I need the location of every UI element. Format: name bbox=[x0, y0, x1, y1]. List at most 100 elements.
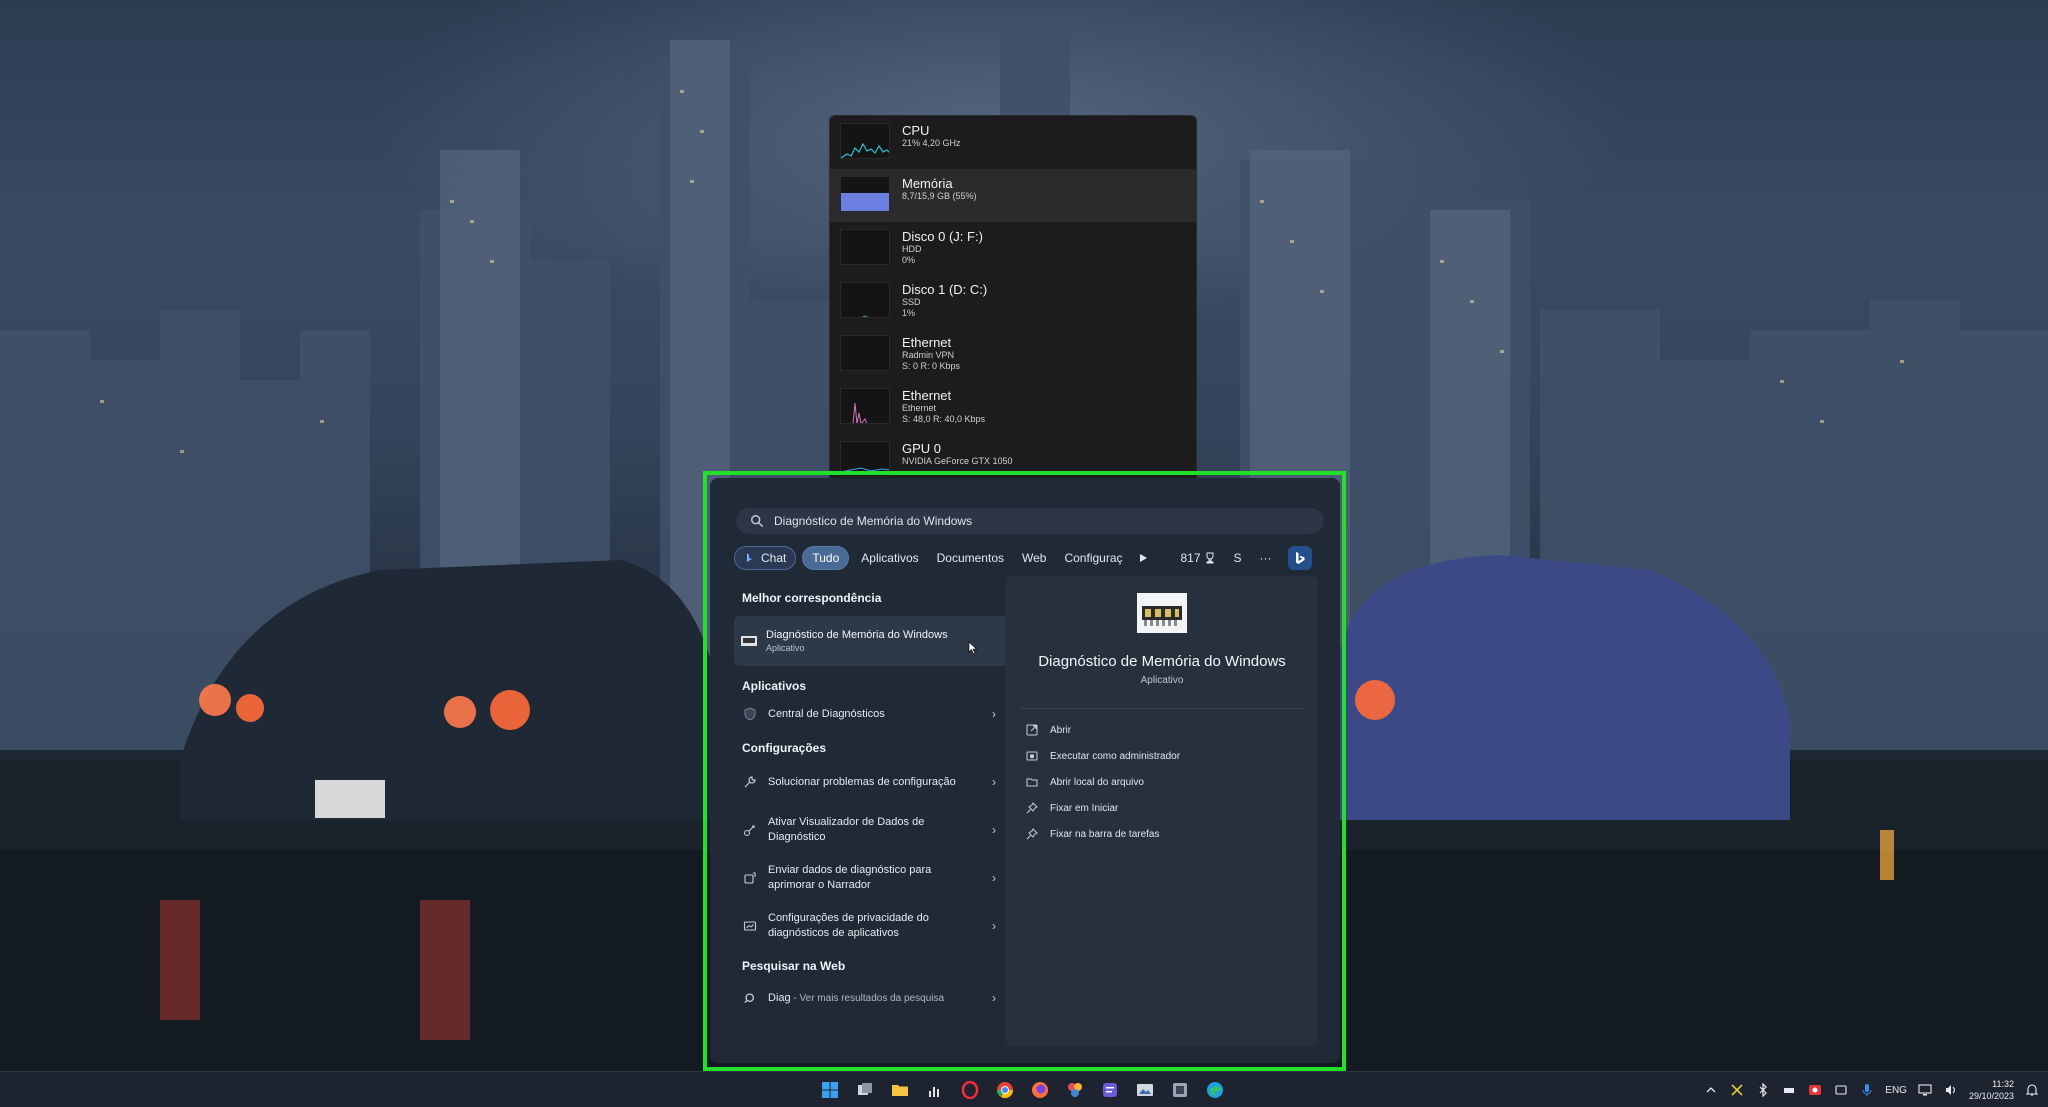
pin-to-start-action[interactable]: Fixar em Iniciar bbox=[1006, 795, 1318, 821]
bing-icon bbox=[1295, 552, 1305, 564]
microphone-icon[interactable] bbox=[1859, 1082, 1875, 1098]
tm-detail: Radmin VPN bbox=[902, 350, 955, 360]
web-search-query: Diag bbox=[768, 991, 791, 1004]
setting-result-app-privacy[interactable]: Configurações de privacidade do diagnóst… bbox=[734, 902, 1008, 950]
search-box[interactable] bbox=[736, 508, 1324, 534]
firefox-icon[interactable] bbox=[1028, 1078, 1052, 1102]
search-filter-bar: Chat Tudo Aplicativos Documentos Web Con… bbox=[734, 546, 1312, 570]
network-icon[interactable] bbox=[1917, 1082, 1933, 1098]
network-adapter-icon[interactable] bbox=[1833, 1082, 1849, 1098]
settings-heading: Configurações bbox=[742, 741, 827, 755]
shield-admin-icon bbox=[1026, 750, 1038, 762]
search-icon bbox=[742, 990, 758, 1006]
taskbar: ENG 11:32 29/10/2023 bbox=[0, 1071, 2048, 1107]
mouse-cursor-icon bbox=[968, 641, 977, 655]
chat-filter-button[interactable]: Chat bbox=[734, 546, 797, 570]
system-tray: ENG 11:32 29/10/2023 bbox=[1703, 1072, 2040, 1107]
tm-name: CPU bbox=[902, 123, 930, 138]
bing-chat-icon bbox=[747, 553, 752, 562]
search-input[interactable] bbox=[774, 514, 1294, 528]
chrome-icon[interactable] bbox=[993, 1078, 1017, 1102]
memory-chip-icon bbox=[1137, 593, 1187, 633]
photos-icon[interactable] bbox=[1063, 1078, 1087, 1102]
all-filter-button[interactable]: Tudo bbox=[802, 546, 850, 570]
tm-name: Ethernet bbox=[902, 388, 952, 403]
setting-result-narrator[interactable]: Enviar dados de diagnóstico para aprimor… bbox=[734, 854, 1008, 902]
notes-icon[interactable] bbox=[1098, 1078, 1122, 1102]
task-view-icon[interactable] bbox=[853, 1078, 877, 1102]
ethernet-graph bbox=[840, 335, 890, 371]
bing-button[interactable] bbox=[1287, 546, 1312, 570]
tm-name: Disco 0 (J: F:) bbox=[902, 229, 983, 244]
apps-heading: Aplicativos bbox=[742, 679, 807, 693]
web-search-result[interactable]: Diag - Ver mais resultados da pesquisa › bbox=[734, 980, 1008, 1016]
app-preview-pane: Diagnóstico de Memória do Windows Aplica… bbox=[1006, 576, 1318, 1046]
search-icon bbox=[751, 515, 764, 528]
setting-result-data-viewer[interactable]: Ativar Visualizador de Dados de Diagnóst… bbox=[734, 806, 1008, 854]
rewards-points[interactable]: 817 bbox=[1174, 546, 1221, 570]
bluetooth-icon[interactable] bbox=[1755, 1082, 1771, 1098]
apps-filter-button[interactable]: Aplicativos bbox=[855, 546, 924, 570]
tm-row-ethernet[interactable]: Ethernet Ethernet S: 48,0 R: 40,0 Kbps bbox=[830, 381, 1196, 434]
chat-filter-label: Chat bbox=[761, 551, 787, 565]
more-options-label: ··· bbox=[1259, 551, 1272, 565]
tm-row-cpu[interactable]: CPU 21% 4,20 GHz bbox=[830, 116, 1196, 169]
run-as-admin-action[interactable]: Executar como administrador bbox=[1006, 743, 1318, 769]
web-search-heading: Pesquisar na Web bbox=[742, 959, 846, 973]
best-match-name: Diagnóstico de Memória do Windows bbox=[766, 629, 948, 641]
performance-icon[interactable] bbox=[923, 1078, 947, 1102]
opera-icon[interactable] bbox=[958, 1078, 982, 1102]
tm-name: Ethernet bbox=[902, 335, 952, 350]
open-icon bbox=[1026, 724, 1038, 736]
language-indicator[interactable]: ENG bbox=[1885, 1085, 1907, 1096]
cpu-graph bbox=[840, 123, 890, 159]
tm-row-ethernet-vpn[interactable]: Ethernet Radmin VPN S: 0 R: 0 Kbps bbox=[830, 328, 1196, 381]
run-as-admin-label: Executar como administrador bbox=[1050, 750, 1181, 762]
clock-date: 29/10/2023 bbox=[1968, 1091, 2014, 1101]
network-tool-icon[interactable] bbox=[1168, 1078, 1192, 1102]
settings-filter-label: Configuraç bbox=[1064, 551, 1123, 565]
recorder-icon[interactable] bbox=[1807, 1082, 1823, 1098]
settings-filter-button[interactable]: Configuraç bbox=[1058, 546, 1126, 570]
more-filters-button[interactable] bbox=[1132, 546, 1154, 570]
open-file-location-action[interactable]: Abrir local do arquivo bbox=[1006, 769, 1318, 795]
chevron-up-icon[interactable] bbox=[1703, 1082, 1719, 1098]
best-match-type: Aplicativo bbox=[766, 643, 805, 653]
volume-icon[interactable] bbox=[1943, 1082, 1959, 1098]
shield-icon bbox=[742, 706, 758, 722]
user-initial: S bbox=[1233, 551, 1242, 565]
app-result-label: Central de Diagnósticos bbox=[768, 707, 885, 720]
best-match-heading: Melhor correspondência bbox=[742, 591, 882, 605]
usb-drive-icon[interactable] bbox=[1781, 1082, 1797, 1098]
windows-start-icon[interactable] bbox=[818, 1078, 842, 1102]
more-options-button[interactable]: ··· bbox=[1254, 546, 1278, 570]
app-tray-icon[interactable] bbox=[1729, 1082, 1745, 1098]
user-account-button[interactable]: S bbox=[1228, 546, 1248, 570]
tm-name: GPU 0 bbox=[902, 441, 942, 456]
pin-icon bbox=[1026, 828, 1038, 840]
clock[interactable]: 11:32 29/10/2023 bbox=[1969, 1078, 2014, 1102]
tm-row-disk-0[interactable]: Disco 0 (J: F:) HDD 0% bbox=[830, 222, 1196, 275]
tm-row-memory[interactable]: Memória 8,7/15,9 GB (55%) bbox=[830, 169, 1196, 222]
open-action[interactable]: Abrir bbox=[1006, 717, 1318, 743]
divider bbox=[1020, 708, 1304, 709]
preview-app-title: Diagnóstico de Memória do Windows bbox=[1038, 653, 1286, 670]
tm-row-disk-1[interactable]: Disco 1 (D: C:) SSD 1% bbox=[830, 275, 1196, 328]
clock-time: 11:32 bbox=[1992, 1079, 2014, 1089]
edge-icon[interactable] bbox=[1203, 1078, 1227, 1102]
tm-detail: S: 48,0 R: 40,0 Kbps bbox=[902, 414, 986, 424]
pin-to-taskbar-action[interactable]: Fixar na barra de tarefas bbox=[1006, 821, 1318, 847]
best-match-result[interactable]: Diagnóstico de Memória do Windows Aplica… bbox=[734, 616, 1008, 666]
app-result-central-diagnosticos[interactable]: Central de Diagnósticos › bbox=[734, 696, 1008, 732]
documents-filter-label: Documentos bbox=[936, 551, 1004, 565]
memory-diagnostic-icon bbox=[741, 636, 757, 646]
media-icon[interactable] bbox=[1133, 1078, 1157, 1102]
setting-result-troubleshoot[interactable]: Solucionar problemas de configuração › bbox=[734, 758, 1008, 806]
notification-bell-icon[interactable] bbox=[2024, 1082, 2040, 1098]
web-filter-button[interactable]: Web bbox=[1016, 546, 1052, 570]
setting-result-label: Enviar dados de diagnóstico para aprimor… bbox=[768, 864, 932, 891]
file-explorer-icon[interactable] bbox=[888, 1078, 912, 1102]
pin-to-taskbar-label: Fixar na barra de tarefas bbox=[1050, 828, 1160, 840]
documents-filter-button[interactable]: Documentos bbox=[931, 546, 1010, 570]
tm-name: Disco 1 (D: C:) bbox=[902, 282, 988, 297]
